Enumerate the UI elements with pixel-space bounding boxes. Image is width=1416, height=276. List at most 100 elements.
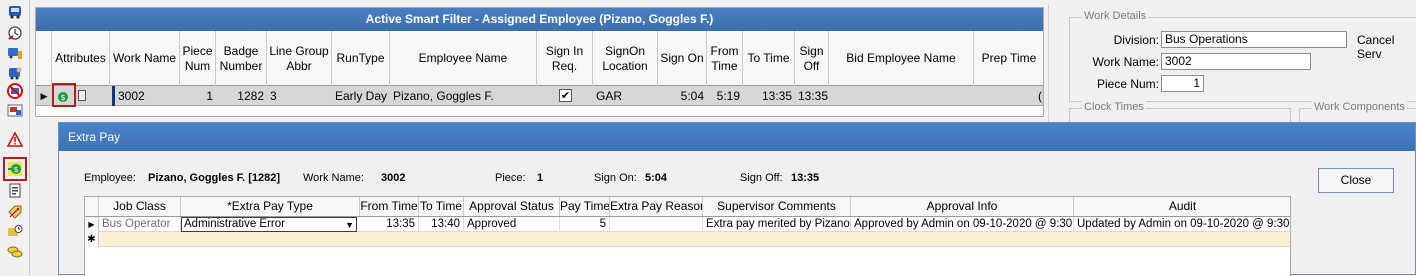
job-class-cell: Bus Operator xyxy=(99,217,181,232)
prep-time-cell: ( xyxy=(1038,89,1042,103)
header-row-selector xyxy=(85,197,99,216)
header-job-class[interactable]: Job Class xyxy=(99,197,181,216)
cancel-serv-label: Cancel Serv xyxy=(1357,33,1395,61)
svg-text:$: $ xyxy=(13,165,18,174)
grid-title: Active Smart Filter - Assigned Employee … xyxy=(36,8,1043,31)
header-extra-pay-type[interactable]: *Extra Pay Type xyxy=(181,197,360,216)
piece-num-field[interactable]: 1 xyxy=(1161,75,1204,92)
sign-off-cell: 13:35 xyxy=(798,89,829,103)
run-type-cell: Early Day xyxy=(335,89,388,103)
header-to-time[interactable]: To Time xyxy=(743,31,795,86)
new-row[interactable]: ✱ xyxy=(85,232,1290,247)
header-signon-location[interactable]: SignOn Location xyxy=(593,31,658,86)
warning-icon[interactable] xyxy=(5,130,25,150)
header-piece-num[interactable]: Piece Num xyxy=(180,31,216,86)
row-indicator-icon: ▶ xyxy=(85,217,99,232)
work-name-label: Work Name: xyxy=(303,172,364,184)
header-sign-on[interactable]: Sign On xyxy=(658,31,707,86)
work-name-cell: 3002 xyxy=(112,86,178,106)
header-from-time[interactable]: From Time xyxy=(360,197,419,216)
to-time-cell: 13:40 xyxy=(419,217,464,232)
extra-pay-attribute-icon: $ xyxy=(58,92,68,102)
header-employee-name[interactable]: Employee Name xyxy=(390,31,537,86)
work-name-label: Work Name: xyxy=(1092,55,1159,69)
piece-num-cell: 1 xyxy=(206,89,213,103)
header-row-selector xyxy=(36,31,52,86)
coins-icon[interactable] xyxy=(5,242,25,262)
header-sign-off[interactable]: Sign Off xyxy=(795,31,829,86)
work-name-field[interactable]: 3002 xyxy=(1161,53,1311,70)
header-attributes[interactable]: Attributes xyxy=(52,31,110,86)
row-indicator-icon: ▶ xyxy=(40,91,48,101)
approval-status-cell: Approved xyxy=(464,217,560,232)
header-to-time[interactable]: To Time xyxy=(419,197,464,216)
work-components-legend: Work Components xyxy=(1312,101,1407,113)
header-badge-number[interactable]: Badge Number xyxy=(216,31,267,86)
assigned-employee-grid: Active Smart Filter - Assigned Employee … xyxy=(35,7,1044,117)
employee-label: Employee: xyxy=(84,172,136,184)
work-details-panel: Work Details Division: Bus Operations Ca… xyxy=(1048,5,1416,138)
employee-value: Pizano, Goggles F. [1282] xyxy=(148,172,281,184)
work-name-value: 3002 xyxy=(381,172,406,184)
sign-on-value: 5:04 xyxy=(645,172,668,184)
approval-info-cell: Approved by Admin on 09-10-2020 @ 9:30 xyxy=(851,217,1074,232)
table-row[interactable]: ▶ Bus Operator Administrative Error ▼ 13… xyxy=(85,217,1290,232)
pay-time-cell: 5 xyxy=(560,217,610,232)
clock-edit-icon[interactable] xyxy=(5,23,25,43)
header-extra-pay-reason[interactable]: Extra Pay Reason xyxy=(610,197,703,216)
bus-grid-icon[interactable] xyxy=(5,101,25,121)
sign-in-req-checkbox[interactable]: ✔ xyxy=(559,89,572,102)
header-prep-time[interactable]: Prep Time xyxy=(974,31,1043,86)
sign-on-cell: 5:04 xyxy=(680,89,704,103)
piece-num-label: Piece Num: xyxy=(1096,77,1159,91)
piece-label: Piece: xyxy=(495,172,526,184)
header-approval-info[interactable]: Approval Info xyxy=(851,197,1074,216)
document-icon xyxy=(78,90,86,101)
tag-icon[interactable] xyxy=(5,202,25,222)
chevron-down-icon: ▼ xyxy=(345,220,354,230)
extra-pay-grid-header: Job Class *Extra Pay Type From Time To T… xyxy=(85,197,1290,217)
line-group-cell: 3 xyxy=(270,89,277,103)
attributes-cell[interactable]: $ xyxy=(52,83,76,107)
header-run-type[interactable]: RunType xyxy=(332,31,390,86)
left-toolbar: $ xyxy=(0,0,30,275)
extra-pay-type-select[interactable]: Administrative Error ▼ xyxy=(181,217,357,232)
header-supervisor-comments[interactable]: Supervisor Comments xyxy=(703,197,851,216)
division-field[interactable]: Bus Operations xyxy=(1161,31,1347,48)
header-bid-employee-name[interactable]: Bid Employee Name xyxy=(829,31,974,86)
header-pay-time[interactable]: Pay Time xyxy=(560,197,610,216)
header-approval-status[interactable]: Approval Status xyxy=(464,197,560,216)
header-sign-in-req[interactable]: Sign In Req. xyxy=(537,31,593,86)
clock-times-legend: Clock Times xyxy=(1082,101,1146,113)
piece-value: 1 xyxy=(537,172,544,184)
svg-text:$: $ xyxy=(60,93,65,102)
bus-icon[interactable] xyxy=(5,2,25,22)
extra-pay-reason-cell xyxy=(610,217,703,232)
no-bus-icon[interactable] xyxy=(5,81,25,101)
extra-pay-icon[interactable]: $ xyxy=(3,157,27,181)
header-from-time[interactable]: From Time xyxy=(707,31,743,86)
bus-chart-icon[interactable] xyxy=(5,43,25,63)
employee-name-cell: Pizano, Goggles F. xyxy=(393,89,494,103)
header-line-group-abbr[interactable]: Line Group Abbr xyxy=(267,31,332,86)
header-work-name[interactable]: Work Name xyxy=(110,31,180,86)
close-button[interactable]: Close xyxy=(1318,168,1394,193)
badge-number-cell: 1282 xyxy=(237,89,264,103)
supervisor-comments-cell: Extra pay merited by Pizano. xyxy=(703,217,851,232)
signon-location-cell: GAR xyxy=(596,89,623,103)
new-row-indicator-icon: ✱ xyxy=(85,232,99,247)
extra-pay-type-value: Administrative Error xyxy=(184,218,285,230)
table-row[interactable]: ▶ $ 3002 1 1282 3 Early Day Pizano, Gogg… xyxy=(36,83,1043,107)
division-label: Division: xyxy=(1113,33,1159,47)
audit-cell: Updated by Admin on 09-10-2020 @ 9:30 xyxy=(1074,217,1290,232)
extra-pay-dialog: Extra Pay Employee: Pizano, Goggles F. [… xyxy=(58,122,1416,276)
bus-clock-icon[interactable] xyxy=(5,222,25,242)
bus-person-icon[interactable] xyxy=(5,63,25,83)
sign-off-value: 13:35 xyxy=(791,172,820,184)
bid-employee-name-cell xyxy=(829,86,974,106)
header-audit[interactable]: Audit xyxy=(1074,197,1290,216)
sign-on-label: Sign On: xyxy=(594,172,637,184)
clipboard-icon[interactable] xyxy=(5,180,25,200)
sign-off-label: Sign Off: xyxy=(740,172,783,184)
from-time-cell: 13:35 xyxy=(360,217,419,232)
